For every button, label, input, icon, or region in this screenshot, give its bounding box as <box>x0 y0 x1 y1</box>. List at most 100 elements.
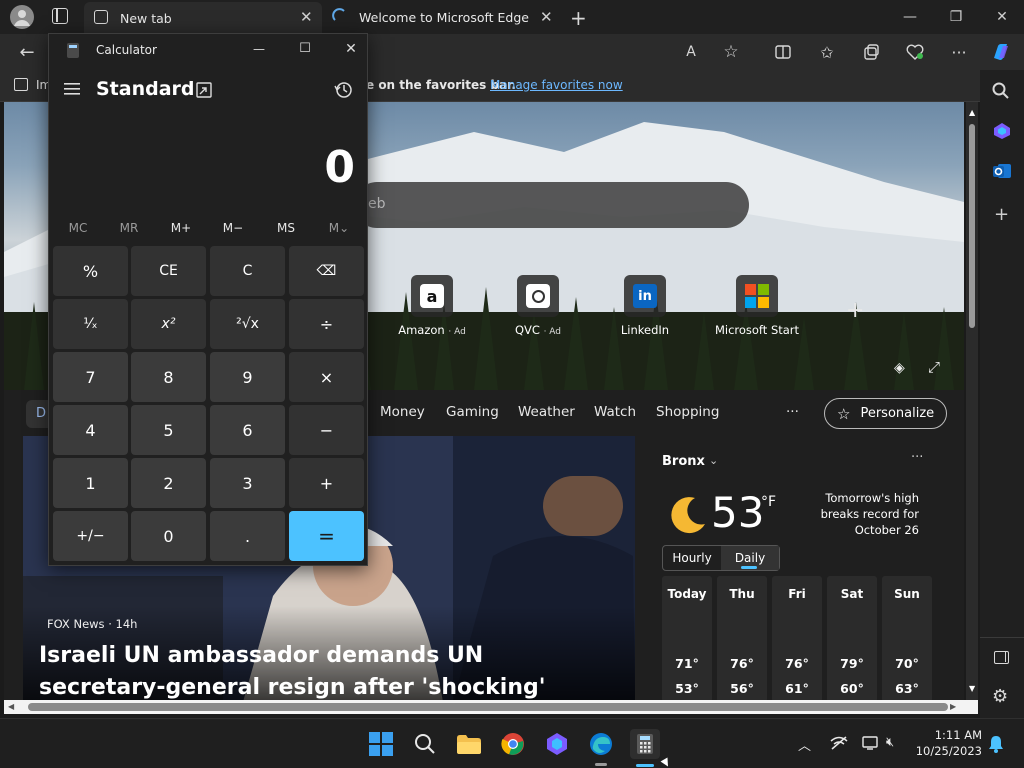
personalize-button[interactable]: ☆ Personalize <box>824 398 947 429</box>
weather-more-button[interactable]: ··· <box>911 450 923 465</box>
digit-1-button[interactable]: 1 <box>53 458 128 508</box>
memory-list-button[interactable]: M⌄ <box>319 221 359 235</box>
quick-link-linkedin[interactable]: in LinkedIn <box>605 275 685 337</box>
feed-tab-gaming[interactable]: Gaming <box>446 404 499 420</box>
chrome-icon[interactable] <box>498 729 528 759</box>
quick-link-qvc[interactable]: QVC · Ad <box>498 275 578 337</box>
scroll-right-arrow-icon[interactable]: ▶ <box>950 702 956 711</box>
decimal-button[interactable]: . <box>210 511 285 561</box>
memory-recall-button[interactable]: MR <box>109 221 149 235</box>
settings-more-icon[interactable]: ··· <box>944 37 974 67</box>
tab-daily[interactable]: Daily <box>721 546 779 570</box>
weather-note[interactable]: Tomorrow's high breaks record for Octobe… <box>809 490 919 538</box>
copilot-icon[interactable] <box>986 37 1016 67</box>
add-button[interactable]: + <box>289 458 364 508</box>
feed-more-button[interactable]: ··· <box>786 404 799 420</box>
quick-link-amazon[interactable]: a Amazon · Ad <box>392 275 472 337</box>
digit-0-button[interactable]: 0 <box>131 511 206 561</box>
tab-welcome[interactable]: Welcome to Microsoft Edge ✕ <box>324 2 562 32</box>
digit-7-button[interactable]: 7 <box>53 352 128 402</box>
article-headline[interactable]: Israeli UN ambassador demands UN secreta… <box>39 640 599 702</box>
vertical-scrollbar[interactable]: ▲ ▼ <box>966 102 978 700</box>
web-search-box[interactable]: eb <box>354 182 749 228</box>
calc-maximize-button[interactable]: ☐ <box>291 38 319 62</box>
forecast-day[interactable]: Today 71° 53° <box>662 576 712 702</box>
clear-entry-button[interactable]: CE <box>131 246 206 296</box>
feed-tab-weather[interactable]: Weather <box>518 404 575 420</box>
add-shortcut-button[interactable]: + <box>846 298 864 323</box>
back-button[interactable]: ← <box>12 37 42 67</box>
memory-subtract-button[interactable]: M− <box>213 221 253 235</box>
feed-tab-shopping[interactable]: Shopping <box>656 404 719 420</box>
hamburger-menu-icon[interactable] <box>64 82 80 96</box>
background-info-icon[interactable]: ◈ <box>894 360 905 376</box>
memory-clear-button[interactable]: MC <box>58 221 98 235</box>
clock[interactable]: 1:11 AM 10/25/2023 <box>904 727 982 759</box>
hide-sidebar-icon[interactable] <box>994 651 1009 664</box>
tab-actions-icon[interactable] <box>52 8 68 24</box>
browser-essentials-icon[interactable] <box>900 37 930 67</box>
feed-tab-money[interactable]: Money <box>380 404 425 420</box>
weather-location[interactable]: Bronx <box>662 454 705 469</box>
location-chevron-icon[interactable]: ⌄ <box>709 454 718 467</box>
forecast-day[interactable]: Sat 79° 60° <box>827 576 877 702</box>
memory-store-button[interactable]: MS <box>266 221 306 235</box>
forecast-day[interactable]: Sun 70° 63° <box>882 576 932 702</box>
calc-minimize-button[interactable]: — <box>245 38 273 62</box>
minimize-button[interactable]: — <box>892 2 928 32</box>
copilot-sidebar-icon[interactable] <box>993 122 1011 140</box>
file-explorer-icon[interactable] <box>454 729 484 759</box>
expand-background-icon[interactable]: ⤢ <box>928 358 940 376</box>
tab-hourly[interactable]: Hourly <box>663 546 721 570</box>
history-icon[interactable] <box>334 80 353 99</box>
negate-button[interactable]: +/− <box>53 511 128 561</box>
feed-tab-watch[interactable]: Watch <box>594 404 636 420</box>
search-icon[interactable] <box>992 82 1010 100</box>
split-screen-icon[interactable] <box>768 37 798 67</box>
manage-favorites-link[interactable]: Manage favorites now <box>490 78 623 92</box>
favorite-star-icon[interactable]: ☆ <box>716 37 746 67</box>
digit-5-button[interactable]: 5 <box>131 405 206 455</box>
digit-6-button[interactable]: 6 <box>210 405 285 455</box>
scroll-down-arrow-icon[interactable]: ▼ <box>969 684 975 693</box>
equals-button[interactable]: = <box>289 511 364 561</box>
network-disconnected-icon[interactable] <box>830 735 848 751</box>
scroll-up-arrow-icon[interactable]: ▲ <box>969 108 975 117</box>
digit-4-button[interactable]: 4 <box>53 405 128 455</box>
taskbar-search-icon[interactable] <box>410 729 440 759</box>
weather-card[interactable]: Bronx ⌄ ··· 53 °F Tomorrow's high breaks… <box>641 436 964 702</box>
read-aloud-icon[interactable]: A <box>676 37 706 67</box>
tab-new-tab[interactable]: New tab ✕ <box>84 2 322 34</box>
close-window-button[interactable]: ✕ <box>984 2 1020 32</box>
start-button-windows-icon[interactable] <box>366 729 396 759</box>
keep-on-top-icon[interactable] <box>196 82 212 98</box>
digit-2-button[interactable]: 2 <box>131 458 206 508</box>
display-icon[interactable] <box>862 735 878 751</box>
calculator-taskbar-icon[interactable] <box>630 729 660 767</box>
horizontal-scrollbar[interactable]: ◀ ▶ <box>4 700 978 714</box>
percent-button[interactable]: % <box>53 246 128 296</box>
digit-3-button[interactable]: 3 <box>210 458 285 508</box>
quick-link-microsoft-start[interactable]: Microsoft Start <box>710 275 804 337</box>
square-root-button[interactable]: ²√x <box>210 299 285 349</box>
forecast-day[interactable]: Fri 76° 61° <box>772 576 822 702</box>
favorites-icon[interactable]: ✩ <box>812 37 842 67</box>
multiply-button[interactable]: × <box>289 352 364 402</box>
copilot-taskbar-icon[interactable] <box>542 729 572 759</box>
memory-add-button[interactable]: M+ <box>161 221 201 235</box>
digit-8-button[interactable]: 8 <box>131 352 206 402</box>
edge-taskbar-icon[interactable] <box>586 729 616 766</box>
sidebar-settings-gear-icon[interactable]: ⚙ <box>992 686 1008 707</box>
square-button[interactable]: x² <box>131 299 206 349</box>
digit-9-button[interactable]: 9 <box>210 352 285 402</box>
profile-avatar[interactable] <box>10 5 34 29</box>
forecast-day[interactable]: Thu 76° 56° <box>717 576 767 702</box>
close-tab-icon[interactable]: ✕ <box>540 8 553 26</box>
collections-icon[interactable] <box>856 37 886 67</box>
new-tab-button[interactable]: + <box>570 6 587 30</box>
show-hidden-icons-chevron-icon[interactable]: ︿ <box>798 735 811 754</box>
restore-button[interactable]: ❐ <box>938 2 974 32</box>
backspace-button[interactable]: ⌫ <box>289 246 364 296</box>
subtract-button[interactable]: − <box>289 405 364 455</box>
divide-button[interactable]: ÷ <box>289 299 364 349</box>
